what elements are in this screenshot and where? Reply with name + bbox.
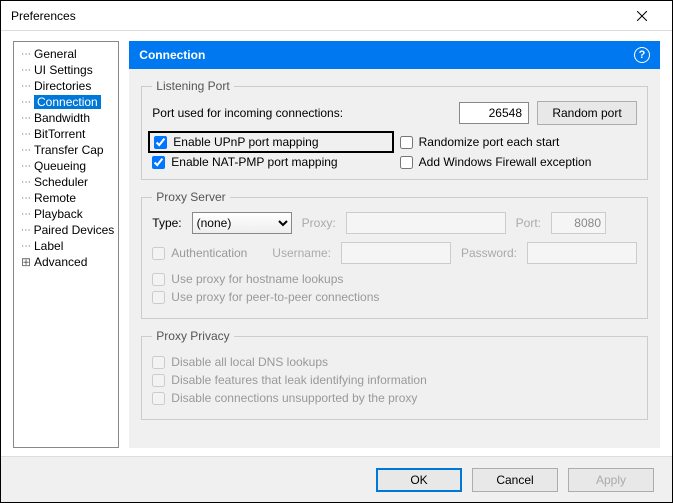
upnp-label: Enable UPnP port mapping [173, 135, 318, 149]
titlebar: Preferences [1, 1, 672, 31]
tree-dot-icon: ⋯ [20, 193, 32, 204]
section-header: Connection ? [129, 41, 660, 69]
cancel-button[interactable]: Cancel [472, 468, 558, 492]
tree-dot-icon: ⋯ [20, 113, 32, 124]
firewall-label: Add Windows Firewall exception [419, 155, 592, 169]
disable-unsupported-label: Disable connections unsupported by the p… [171, 391, 417, 405]
window-title: Preferences [11, 9, 622, 23]
natpmp-label: Enable NAT-PMP port mapping [171, 155, 337, 169]
tree-dot-icon: ⋯ [20, 241, 32, 252]
category-tree[interactable]: ⋯General ⋯UI Settings ⋯Directories ⋯Conn… [13, 41, 119, 448]
sidebar-item-queueing[interactable]: ⋯Queueing [14, 158, 118, 174]
hostname-lookup-label: Use proxy for hostname lookups [171, 272, 343, 286]
section-title: Connection [139, 48, 205, 62]
randomize-label: Randomize port each start [419, 135, 560, 149]
sidebar-item-advanced[interactable]: ⊞Advanced [14, 254, 118, 270]
username-label: Username: [272, 246, 331, 260]
preferences-window: Preferences ⋯General ⋯UI Settings ⋯Direc… [0, 0, 673, 503]
disable-dns-checkbox [152, 356, 165, 369]
auth-label: Authentication [171, 246, 247, 260]
sidebar-item-scheduler[interactable]: ⋯Scheduler [14, 174, 118, 190]
hostname-lookup-checkbox [152, 273, 165, 286]
password-label: Password: [461, 246, 517, 260]
sidebar-item-connection[interactable]: ⋯Connection [14, 94, 118, 110]
randomize-checkbox[interactable] [400, 136, 413, 149]
random-port-button[interactable]: Random port [537, 101, 637, 125]
disable-leak-label: Disable features that leak identifying i… [171, 373, 426, 387]
proxy-server-group: Proxy Server Type: (none) Proxy: Port: [141, 190, 648, 319]
proxy-type-select[interactable]: (none) [192, 212, 292, 234]
content-area: Listening Port Port used for incoming co… [129, 69, 660, 448]
proxy-host-label: Proxy: [302, 216, 336, 230]
dialog-footer: OK Cancel Apply [1, 456, 672, 502]
sidebar-item-directories[interactable]: ⋯Directories [14, 78, 118, 94]
expand-icon[interactable]: ⊞ [20, 255, 32, 269]
p2p-proxy-label: Use proxy for peer-to-peer connections [171, 290, 379, 304]
sidebar-item-general[interactable]: ⋯General [14, 46, 118, 62]
tree-dot-icon: ⋯ [20, 177, 32, 188]
close-icon [637, 11, 647, 21]
natpmp-checkbox[interactable] [152, 156, 165, 169]
tree-dot-icon: ⋯ [20, 209, 32, 220]
listening-port-group: Listening Port Port used for incoming co… [141, 79, 648, 180]
disable-dns-label: Disable all local DNS lookups [171, 355, 328, 369]
tree-dot-icon: ⋯ [20, 81, 32, 92]
upnp-highlight: Enable UPnP port mapping [148, 131, 393, 153]
sidebar-item-playback[interactable]: ⋯Playback [14, 206, 118, 222]
proxy-port-label: Port: [516, 216, 541, 230]
listening-port-legend: Listening Port [152, 79, 233, 93]
proxy-type-label: Type: [152, 216, 181, 230]
proxy-port-input [551, 212, 606, 234]
sidebar-item-paired-devices[interactable]: ⋯Paired Devices [14, 222, 118, 238]
firewall-checkbox[interactable] [400, 156, 413, 169]
sidebar-item-bandwidth[interactable]: ⋯Bandwidth [14, 110, 118, 126]
sidebar-item-transfer-cap[interactable]: ⋯Transfer Cap [14, 142, 118, 158]
password-input [527, 242, 637, 264]
port-input[interactable] [459, 102, 529, 124]
apply-button[interactable]: Apply [568, 468, 654, 492]
sidebar-item-bittorrent[interactable]: ⋯BitTorrent [14, 126, 118, 142]
tree-dot-icon: ⋯ [20, 49, 32, 60]
tree-dot-icon: ⋯ [20, 129, 32, 140]
main-panel: Connection ? Listening Port Port used fo… [129, 41, 660, 448]
privacy-legend: Proxy Privacy [152, 329, 233, 343]
p2p-proxy-checkbox [152, 291, 165, 304]
sidebar-item-label[interactable]: ⋯Label [14, 238, 118, 254]
sidebar-item-ui-settings[interactable]: ⋯UI Settings [14, 62, 118, 78]
tree-dot-icon: ⋯ [20, 65, 32, 76]
sidebar-item-remote[interactable]: ⋯Remote [14, 190, 118, 206]
help-icon[interactable]: ? [634, 47, 650, 63]
disable-leak-checkbox [152, 374, 165, 387]
upnp-checkbox[interactable] [154, 136, 167, 149]
disable-unsupported-checkbox [152, 392, 165, 405]
proxy-legend: Proxy Server [152, 190, 229, 204]
port-label: Port used for incoming connections: [152, 106, 459, 120]
proxy-privacy-group: Proxy Privacy Disable all local DNS look… [141, 329, 648, 420]
proxy-host-input [346, 212, 506, 234]
tree-dot-icon: ⋯ [20, 145, 32, 156]
tree-dot-icon: ⋯ [20, 97, 32, 108]
tree-dot-icon: ⋯ [20, 225, 32, 236]
close-button[interactable] [622, 2, 662, 30]
tree-dot-icon: ⋯ [20, 161, 32, 172]
username-input [341, 242, 451, 264]
ok-button[interactable]: OK [376, 468, 462, 492]
dialog-body: ⋯General ⋯UI Settings ⋯Directories ⋯Conn… [1, 31, 672, 456]
auth-checkbox [152, 247, 165, 260]
